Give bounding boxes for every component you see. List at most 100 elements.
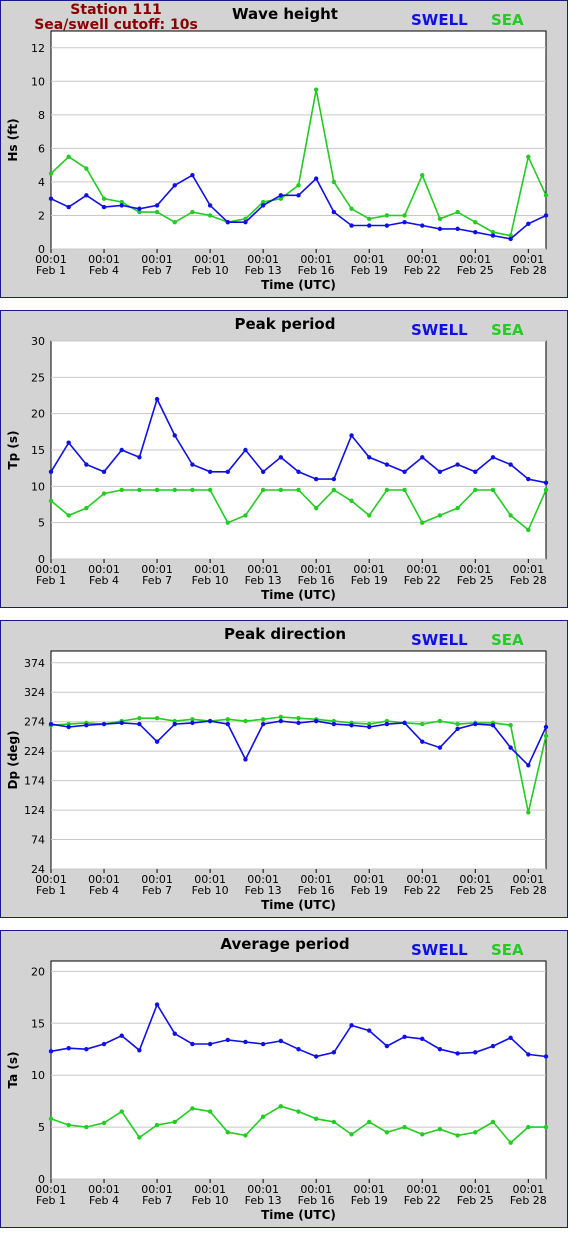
data-point-swell xyxy=(278,1038,284,1044)
data-point-sea xyxy=(367,216,372,222)
legend-swell: SWELL xyxy=(411,631,468,649)
data-point-swell xyxy=(508,1035,513,1041)
data-point-swell xyxy=(526,1052,531,1057)
x-tick-date-label: Feb 4 xyxy=(89,264,119,277)
data-point-swell xyxy=(526,221,531,227)
data-point-sea xyxy=(243,718,248,724)
x-tick-date-label: Feb 22 xyxy=(404,1194,441,1207)
data-point-swell xyxy=(260,1041,266,1047)
data-point-swell xyxy=(331,721,337,727)
data-point-sea xyxy=(48,1116,54,1121)
legend-swell: SWELL xyxy=(411,11,468,29)
data-point-swell xyxy=(207,1041,213,1047)
data-point-sea xyxy=(260,717,266,722)
data-point-sea xyxy=(154,1122,160,1128)
y-tick-label: 30 xyxy=(31,335,45,348)
data-point-sea xyxy=(526,154,531,159)
data-point-sea xyxy=(455,209,460,215)
data-point-swell xyxy=(225,219,230,225)
data-point-swell xyxy=(243,219,248,225)
data-point-swell xyxy=(207,718,213,724)
y-tick-label: 374 xyxy=(24,657,45,670)
data-point-swell xyxy=(384,462,390,467)
data-point-swell xyxy=(384,223,390,228)
data-point-sea xyxy=(243,1133,248,1138)
data-point-swell xyxy=(420,223,425,228)
data-point-sea xyxy=(384,213,390,218)
data-point-swell xyxy=(207,469,213,474)
x-tick-date-label: Feb 25 xyxy=(457,884,494,897)
data-point-sea xyxy=(508,1140,513,1145)
data-point-sea xyxy=(66,513,71,518)
x-tick-date-label: Feb 10 xyxy=(192,1194,229,1207)
x-tick-date-label: Feb 1 xyxy=(36,264,66,277)
chart-svg-peak-period: 05101520253000:01Feb 100:01Feb 400:01Feb… xyxy=(6,335,549,602)
data-point-swell xyxy=(101,721,107,727)
y-tick-label: 10 xyxy=(31,480,45,493)
y-tick-label: 15 xyxy=(31,1017,45,1030)
data-point-swell xyxy=(278,193,284,198)
data-point-swell xyxy=(190,462,195,467)
x-tick-date-label: Feb 16 xyxy=(298,884,335,897)
data-point-swell xyxy=(243,447,248,453)
data-point-swell xyxy=(190,720,195,726)
x-tick-date-label: Feb 25 xyxy=(457,1194,494,1207)
data-point-swell xyxy=(190,173,195,178)
y-tick-label: 25 xyxy=(31,371,45,384)
data-point-swell xyxy=(420,455,425,460)
legend-sea: SEA xyxy=(491,631,524,649)
data-point-swell xyxy=(437,745,443,750)
data-point-sea xyxy=(384,487,390,493)
x-tick-date-label: Feb 7 xyxy=(142,884,172,897)
data-point-sea xyxy=(455,721,460,727)
x-tick-date-label: Feb 28 xyxy=(510,884,547,897)
legend-swell: SWELL xyxy=(411,941,468,959)
data-point-sea xyxy=(526,810,531,815)
data-point-swell xyxy=(526,476,531,482)
data-point-swell xyxy=(172,183,177,188)
data-point-swell xyxy=(402,219,407,225)
data-point-swell xyxy=(225,469,230,474)
data-point-swell xyxy=(349,433,354,438)
data-point-swell xyxy=(296,193,301,198)
data-point-sea xyxy=(490,487,496,493)
y-tick-label: 20 xyxy=(31,965,45,978)
x-tick-date-label: Feb 7 xyxy=(142,574,172,587)
data-point-swell xyxy=(455,726,460,731)
legend-sea: SEA xyxy=(491,11,524,29)
data-point-swell xyxy=(154,396,160,402)
data-point-swell xyxy=(260,721,266,727)
data-point-swell xyxy=(420,739,425,744)
x-tick-date-label: Feb 7 xyxy=(142,1194,172,1207)
data-point-swell xyxy=(508,236,513,242)
data-point-sea xyxy=(48,171,54,176)
data-point-sea xyxy=(437,216,443,222)
y-tick-label: 12 xyxy=(31,42,45,55)
data-point-swell xyxy=(349,1023,354,1028)
data-point-sea xyxy=(526,1124,531,1130)
x-tick-date-label: Feb 4 xyxy=(89,1194,119,1207)
data-point-sea xyxy=(543,733,549,739)
data-point-swell xyxy=(367,455,372,460)
y-axis-label: Dp (deg) xyxy=(6,730,20,789)
data-point-swell xyxy=(66,1046,71,1051)
x-axis-label: Time (UTC) xyxy=(261,898,336,912)
data-point-swell xyxy=(101,1041,107,1047)
legend-swell: SWELL xyxy=(411,321,468,339)
data-point-sea xyxy=(296,715,301,721)
data-point-swell xyxy=(437,469,443,474)
y-axis-label: Ta (s) xyxy=(6,1051,20,1088)
chart-panel-average-period: 0 5 10 15 20 00:01 Feb 1 00:01 Feb 4 00:01 Feb 7 00… xyxy=(0,930,568,1228)
y-tick-label: 15 xyxy=(31,444,45,457)
chart-title: Wave height xyxy=(232,5,338,23)
data-point-sea xyxy=(207,1109,213,1114)
data-point-sea xyxy=(296,487,301,493)
x-tick-date-label: Feb 16 xyxy=(298,574,335,587)
data-point-sea xyxy=(437,718,443,724)
chart-panel-peak-period: 0 5 10 15 20 25 30 00:01 Feb 1 00:01 Feb 4 00:01 Feb… xyxy=(0,310,568,608)
data-point-sea xyxy=(508,513,513,518)
data-point-sea xyxy=(101,196,107,201)
data-point-swell xyxy=(331,476,337,482)
data-point-swell xyxy=(207,203,213,208)
data-point-sea xyxy=(420,520,425,525)
